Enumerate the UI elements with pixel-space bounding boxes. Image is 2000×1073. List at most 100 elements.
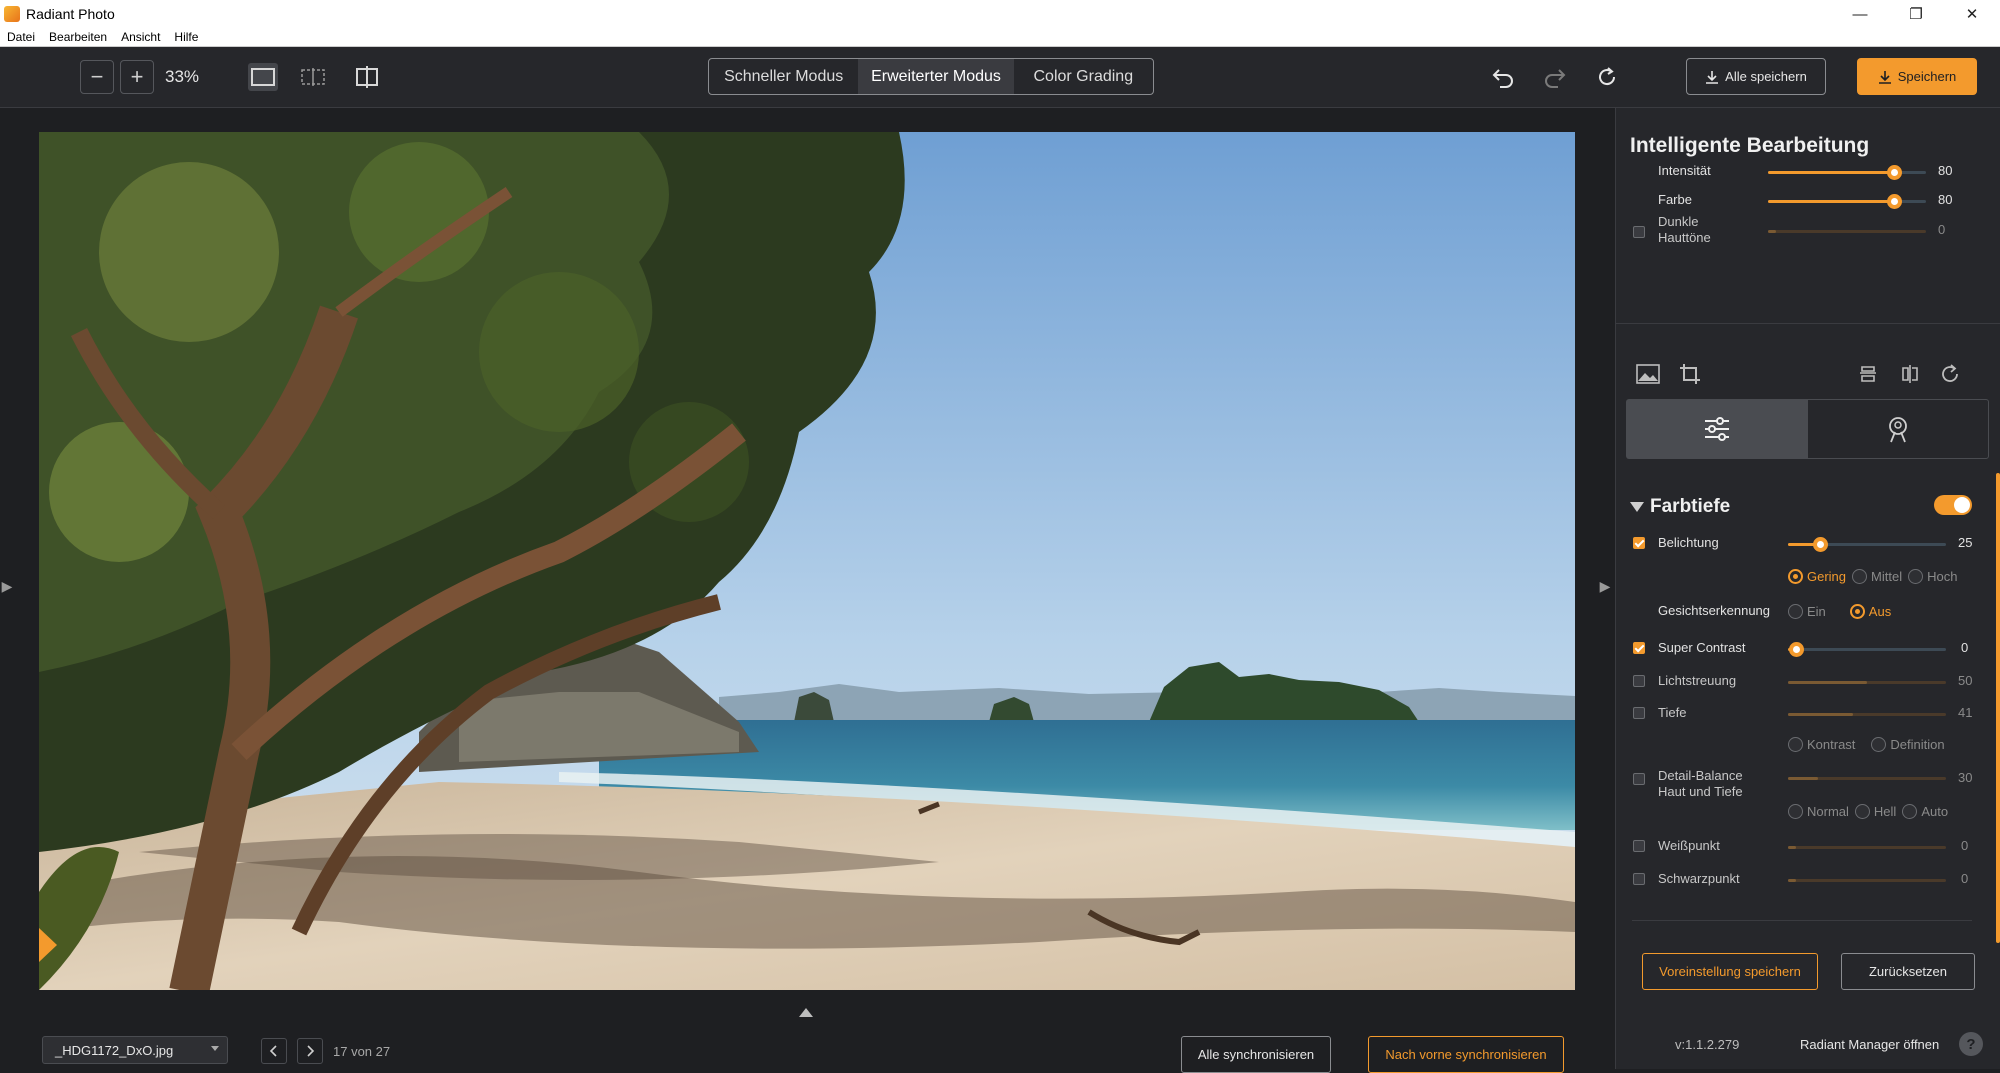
- refresh-icon: [1599, 67, 1616, 86]
- open-manager-link[interactable]: Radiant Manager öffnen: [1800, 1037, 1939, 1052]
- radio-label: Kontrast: [1807, 736, 1856, 752]
- radio-face-off[interactable]: Aus: [1849, 603, 1891, 619]
- super-contrast-checkbox[interactable]: [1633, 642, 1645, 654]
- save-preset-button[interactable]: Voreinstellung speichern: [1642, 953, 1818, 990]
- filmstrip-expand-icon[interactable]: [799, 1008, 813, 1017]
- crop-tool-button[interactable]: [1676, 360, 1704, 388]
- section-header-color-depth[interactable]: Farbtiefe: [1630, 496, 1730, 518]
- left-panel-toggle[interactable]: ▶: [0, 576, 14, 596]
- slider-value: 25: [1958, 535, 1973, 550]
- white-point-slider[interactable]: [1788, 846, 1946, 849]
- menu-file[interactable]: Datei: [0, 30, 42, 44]
- reset-button[interactable]: Zurücksetzen: [1841, 953, 1975, 990]
- slider-thumb[interactable]: [1788, 642, 1804, 657]
- exposure-checkbox[interactable]: [1633, 537, 1645, 549]
- tab-portrait[interactable]: [1807, 399, 1989, 459]
- depth-checkbox[interactable]: [1633, 707, 1645, 719]
- help-button[interactable]: ?: [1959, 1032, 1983, 1056]
- slider-value: 0: [1938, 222, 1946, 237]
- slider-thumb[interactable]: [1812, 537, 1828, 552]
- slider-value: 0: [1961, 871, 1969, 886]
- radio-label: Definition: [1890, 736, 1945, 752]
- single-view-button[interactable]: [248, 63, 278, 91]
- exposure-slider[interactable]: [1788, 537, 1946, 552]
- redo-button[interactable]: [1540, 62, 1570, 92]
- radio-label: Mittel: [1871, 568, 1903, 584]
- radio-contrast[interactable]: Kontrast: [1788, 736, 1856, 752]
- slider-label: Intensität: [1658, 163, 1711, 178]
- dark-skin-checkbox[interactable]: [1633, 226, 1645, 238]
- flip-horizontal-button[interactable]: [1896, 360, 1924, 388]
- compare-view-button[interactable]: [352, 63, 382, 91]
- radio-normal[interactable]: Normal: [1788, 803, 1849, 819]
- super-contrast-slider[interactable]: [1788, 642, 1946, 657]
- black-point-checkbox[interactable]: [1633, 873, 1645, 885]
- depth-slider[interactable]: [1788, 713, 1946, 716]
- reset-view-button[interactable]: [1592, 62, 1622, 92]
- slider-value: 0: [1961, 640, 1969, 655]
- radio-label: Gering: [1807, 568, 1847, 584]
- flip-vertical-button[interactable]: [1854, 360, 1882, 388]
- tab-advanced-mode[interactable]: Erweiterter Modus: [858, 59, 1014, 94]
- menu-help[interactable]: Hilfe: [167, 30, 205, 44]
- panel-title: Intelligente Bearbeitung: [1630, 134, 1870, 157]
- compare-view-icon: [356, 66, 378, 88]
- right-panel-toggle[interactable]: ▶: [1598, 576, 1612, 596]
- slider-row-color: Farbe 80: [1616, 189, 2000, 211]
- rotate-button[interactable]: [1936, 360, 1964, 388]
- photo-preview[interactable]: [39, 132, 1575, 990]
- dark-skin-slider[interactable]: [1768, 230, 1926, 233]
- file-name: _HDG1172_DxO.jpg: [55, 1042, 174, 1058]
- next-image-button[interactable]: [297, 1038, 323, 1064]
- radio-face-on[interactable]: Ein: [1788, 603, 1826, 619]
- split-view-button[interactable]: [298, 63, 328, 91]
- portrait-icon: [1889, 417, 1907, 443]
- sync-forward-button[interactable]: Nach vorne synchronisieren: [1368, 1036, 1564, 1073]
- image-icon: [1636, 364, 1660, 384]
- maximize-button[interactable]: ❐: [1888, 0, 1944, 28]
- crop-icon: [1680, 364, 1700, 384]
- radio-dot: [1852, 568, 1868, 584]
- save-all-button[interactable]: Alle speichern: [1686, 58, 1826, 95]
- tab-color-grading[interactable]: Color Grading: [1014, 59, 1153, 94]
- radio-bright[interactable]: Hell: [1854, 803, 1897, 819]
- section-toggle[interactable]: [1934, 495, 1972, 515]
- title-bar: Radiant Photo — ❐ ✕: [0, 0, 2000, 28]
- slider-label: Tiefe: [1658, 705, 1687, 720]
- radio-low[interactable]: Gering: [1788, 568, 1847, 584]
- slider-thumb[interactable]: [1887, 194, 1903, 209]
- previous-image-button[interactable]: [261, 1038, 287, 1064]
- sync-all-button[interactable]: Alle synchronisieren: [1181, 1036, 1331, 1073]
- slider-thumb[interactable]: [1887, 165, 1903, 180]
- download-icon: [1878, 70, 1891, 84]
- color-slider[interactable]: [1768, 194, 1926, 209]
- light-diffusion-checkbox[interactable]: [1633, 675, 1645, 687]
- panel-scrollbar[interactable]: [1996, 473, 2000, 943]
- image-tool-button[interactable]: [1634, 360, 1662, 388]
- radio-label: Ein: [1807, 603, 1826, 619]
- radio-medium[interactable]: Mittel: [1852, 568, 1903, 584]
- menu-view[interactable]: Ansicht: [114, 30, 167, 44]
- detail-balance-checkbox[interactable]: [1633, 773, 1645, 785]
- save-button[interactable]: Speichern: [1857, 58, 1977, 95]
- minimize-button[interactable]: —: [1832, 0, 1888, 28]
- zoom-in-button[interactable]: +: [120, 60, 154, 94]
- zoom-out-button[interactable]: −: [80, 60, 114, 94]
- detail-balance-slider[interactable]: [1788, 777, 1946, 780]
- chevron-right-icon: [307, 1045, 315, 1057]
- light-diffusion-slider[interactable]: [1788, 681, 1946, 684]
- radio-definition[interactable]: Definition: [1871, 736, 1945, 752]
- radio-high[interactable]: Hoch: [1908, 568, 1957, 584]
- intensity-slider[interactable]: [1768, 165, 1926, 180]
- white-point-checkbox[interactable]: [1633, 840, 1645, 852]
- file-select[interactable]: _HDG1172_DxO.jpg: [42, 1036, 228, 1064]
- menu-edit[interactable]: Bearbeiten: [42, 30, 114, 44]
- radio-auto[interactable]: Auto: [1902, 803, 1948, 819]
- tab-quick-mode[interactable]: Schneller Modus: [709, 59, 858, 94]
- radio-label: Hell: [1873, 803, 1897, 819]
- close-button[interactable]: ✕: [1944, 0, 2000, 28]
- divider: [1632, 920, 1972, 921]
- tab-adjustments[interactable]: [1626, 399, 1807, 459]
- black-point-slider[interactable]: [1788, 879, 1946, 882]
- undo-button[interactable]: [1488, 62, 1518, 92]
